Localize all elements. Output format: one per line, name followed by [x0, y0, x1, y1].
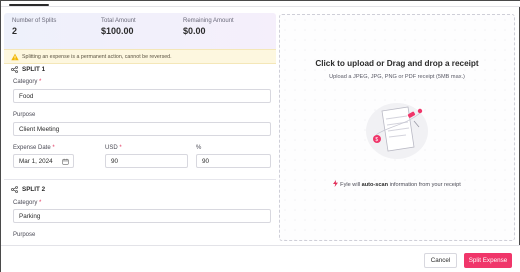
category-value: Parking	[19, 213, 41, 220]
date-value: Mar 1, 2024	[19, 158, 53, 165]
warning-text: Splitting an expense is a permanent acti…	[22, 54, 172, 60]
split-summary: Number of Splits 2 Total Amount $100.00 …	[4, 13, 276, 49]
split-2-category-select[interactable]: Parking	[13, 209, 271, 223]
total-amount-block: Total Amount $100.00	[101, 18, 136, 36]
svg-text:$: $	[375, 137, 378, 143]
required-mark: *	[119, 145, 122, 151]
total-amount-value: $100.00	[101, 26, 134, 36]
split-icon	[11, 186, 18, 193]
percent-label-text: %	[196, 145, 202, 151]
split-form-panel[interactable]: Number of Splits 2 Total Amount $100.00 …	[4, 9, 276, 241]
receipt-upload-dropzone[interactable]: Click to upload or Drag and drop a recei…	[279, 14, 515, 241]
split-1-percent-input[interactable]: 90	[196, 154, 271, 168]
category-label-text: Category	[13, 79, 38, 85]
purpose-value: Client Meeting	[19, 126, 60, 133]
cancel-button[interactable]: Cancel	[424, 253, 457, 268]
required-mark: *	[39, 200, 42, 206]
percent-value: 90	[202, 158, 210, 165]
upload-subtitle: Upload a JPEG, JPG, PNG or PDF receipt (…	[329, 74, 465, 80]
split-divider	[4, 179, 276, 180]
split-1-purpose-input[interactable]: Client Meeting	[13, 122, 271, 136]
split-icon	[11, 66, 18, 73]
split-1-percent-label: %	[196, 145, 201, 151]
split-1-title: SPLIT 1	[22, 66, 46, 73]
remaining-amount-label: Remaining Amount	[183, 18, 234, 24]
split-2-purpose-label: Purpose	[13, 232, 35, 238]
dialog-footer: Cancel Split Expense	[1, 245, 520, 272]
purpose-label-text: Purpose	[13, 232, 36, 238]
date-label-text: Expense Date	[13, 145, 51, 151]
warning-icon	[11, 53, 19, 61]
category-label-text: Category	[13, 200, 38, 206]
split-1-amount-input[interactable]: 90	[105, 154, 188, 168]
split-1-date-label: Expense Date *	[13, 145, 55, 151]
split-expense-button[interactable]: Split Expense	[464, 253, 512, 268]
lightning-icon	[333, 180, 339, 187]
splits-count-block: Number of Splits 2	[12, 18, 56, 36]
split-1-category-label: Category *	[13, 79, 41, 85]
split-1-currency-label: USD *	[105, 145, 122, 151]
calendar-icon[interactable]	[62, 158, 69, 165]
split-2-category-label: Category *	[13, 200, 41, 206]
active-tab-indicator	[9, 4, 49, 6]
currency-label-text: USD	[105, 145, 118, 151]
required-mark: *	[52, 145, 55, 151]
remaining-amount-value: $0.00	[183, 26, 206, 36]
auto-scan-note: Fyle will auto-scan information from you…	[280, 180, 514, 188]
split-expense-dialog: Number of Splits 2 Total Amount $100.00 …	[0, 0, 520, 272]
split-1-date-picker[interactable]: Mar 1, 2024	[13, 154, 74, 168]
split-2-title: SPLIT 2	[22, 186, 46, 193]
splits-count-label: Number of Splits	[12, 18, 57, 24]
remaining-amount-block: Remaining Amount $0.00	[183, 18, 234, 36]
required-mark: *	[39, 79, 42, 85]
split-1-header: SPLIT 1	[4, 65, 276, 75]
dialog-top-tabs	[1, 1, 520, 7]
purpose-label-text: Purpose	[13, 112, 36, 118]
split-2-header: SPLIT 2	[4, 185, 276, 195]
category-value: Food	[19, 93, 34, 100]
permanent-action-warning: Splitting an expense is a permanent acti…	[4, 49, 276, 64]
split-1-purpose-label: Purpose	[13, 112, 35, 118]
amount-value: 90	[111, 158, 119, 165]
total-amount-label: Total Amount	[101, 18, 136, 24]
receipt-upload-illustration-icon: $	[366, 103, 428, 159]
scan-prefix: Fyle will	[340, 182, 361, 188]
upload-title[interactable]: Click to upload or Drag and drop a recei…	[280, 59, 514, 68]
splits-count-value: 2	[12, 26, 18, 36]
scan-bold: auto-scan	[361, 182, 389, 188]
split-1-category-select[interactable]: Food	[13, 89, 271, 103]
scan-suffix: information from your receipt	[389, 182, 461, 188]
